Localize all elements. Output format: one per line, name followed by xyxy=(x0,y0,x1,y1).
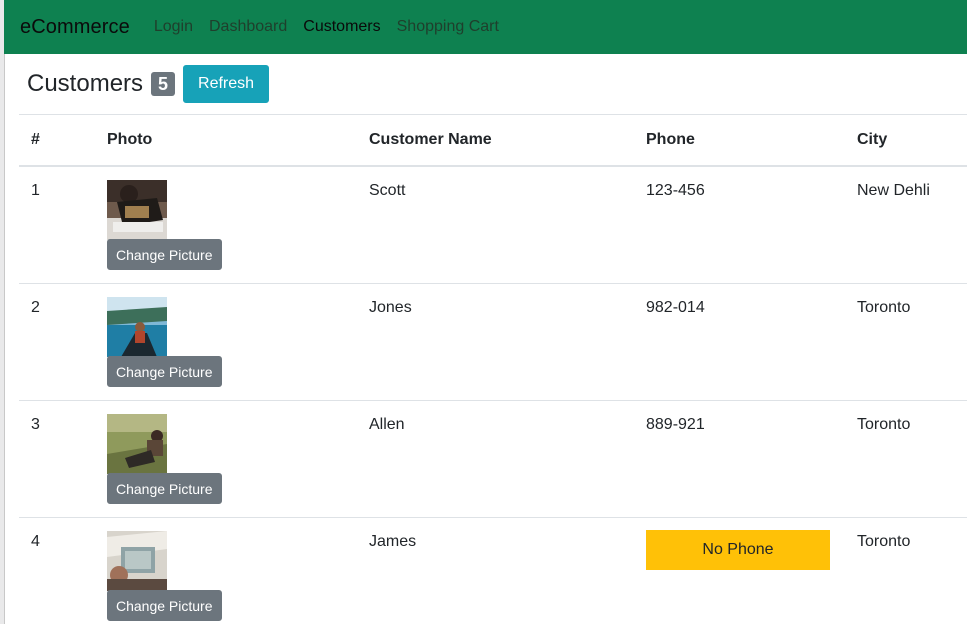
customer-photo xyxy=(107,297,167,357)
no-phone-badge: No Phone xyxy=(646,530,830,570)
change-picture-button[interactable]: Change Picture xyxy=(107,239,222,270)
customer-name: Jones xyxy=(369,298,644,318)
table-header-row: # Photo Customer Name Phone City xyxy=(19,115,967,167)
customers-table: # Photo Customer Name Phone City 1 xyxy=(19,114,967,634)
table-row: 3 Change Picture Allen xyxy=(19,401,967,518)
customer-photo xyxy=(107,531,167,591)
table-row: 1 Change Picture xyxy=(19,166,967,284)
table-row: 2 Change Picture xyxy=(19,284,967,401)
row-number: 4 xyxy=(31,532,105,552)
page-title: Customers xyxy=(27,70,143,98)
page-header: Customers 5 Refresh xyxy=(19,54,967,114)
column-header-phone: Phone xyxy=(645,115,856,167)
change-picture-button[interactable]: Change Picture xyxy=(107,590,222,621)
customer-phone: 982-014 xyxy=(646,298,855,318)
background-window-edge xyxy=(0,0,5,624)
customer-city: New Dehli xyxy=(857,181,966,201)
customer-city: Toronto xyxy=(857,532,966,552)
customer-name: Allen xyxy=(369,415,644,435)
customer-phone: 889-921 xyxy=(646,415,855,435)
row-number: 2 xyxy=(31,298,105,318)
column-header-customer-name: Customer Name xyxy=(368,115,645,167)
customer-name: James xyxy=(369,532,644,552)
column-header-photo: Photo xyxy=(106,115,368,167)
row-number: 3 xyxy=(31,415,105,435)
customer-phone: 123-456 xyxy=(646,181,855,201)
brand-logo[interactable]: eCommerce xyxy=(20,16,130,39)
nav-link-customers[interactable]: Customers xyxy=(303,18,380,36)
row-number: 1 xyxy=(31,181,105,201)
change-picture-button[interactable]: Change Picture xyxy=(107,356,222,387)
customer-name: Scott xyxy=(369,181,644,201)
customer-photo xyxy=(107,180,167,240)
table-row: 4 Change Picture James xyxy=(19,518,967,634)
customer-count-badge: 5 xyxy=(151,72,175,96)
top-navbar: eCommerce Login Dashboard Customers Shop… xyxy=(4,0,967,54)
customer-city: Toronto xyxy=(857,415,966,435)
nav-link-shopping-cart[interactable]: Shopping Cart xyxy=(397,18,499,36)
column-header-number: # xyxy=(19,115,106,167)
change-picture-button[interactable]: Change Picture xyxy=(107,473,222,504)
column-header-city: City xyxy=(856,115,967,167)
customers-page: Customers 5 Refresh # Photo Customer Nam… xyxy=(19,54,967,634)
refresh-button[interactable]: Refresh xyxy=(183,65,269,103)
nav-link-dashboard[interactable]: Dashboard xyxy=(209,18,287,36)
nav-link-login[interactable]: Login xyxy=(154,18,193,36)
customer-city: Toronto xyxy=(857,298,966,318)
customer-photo xyxy=(107,414,167,474)
